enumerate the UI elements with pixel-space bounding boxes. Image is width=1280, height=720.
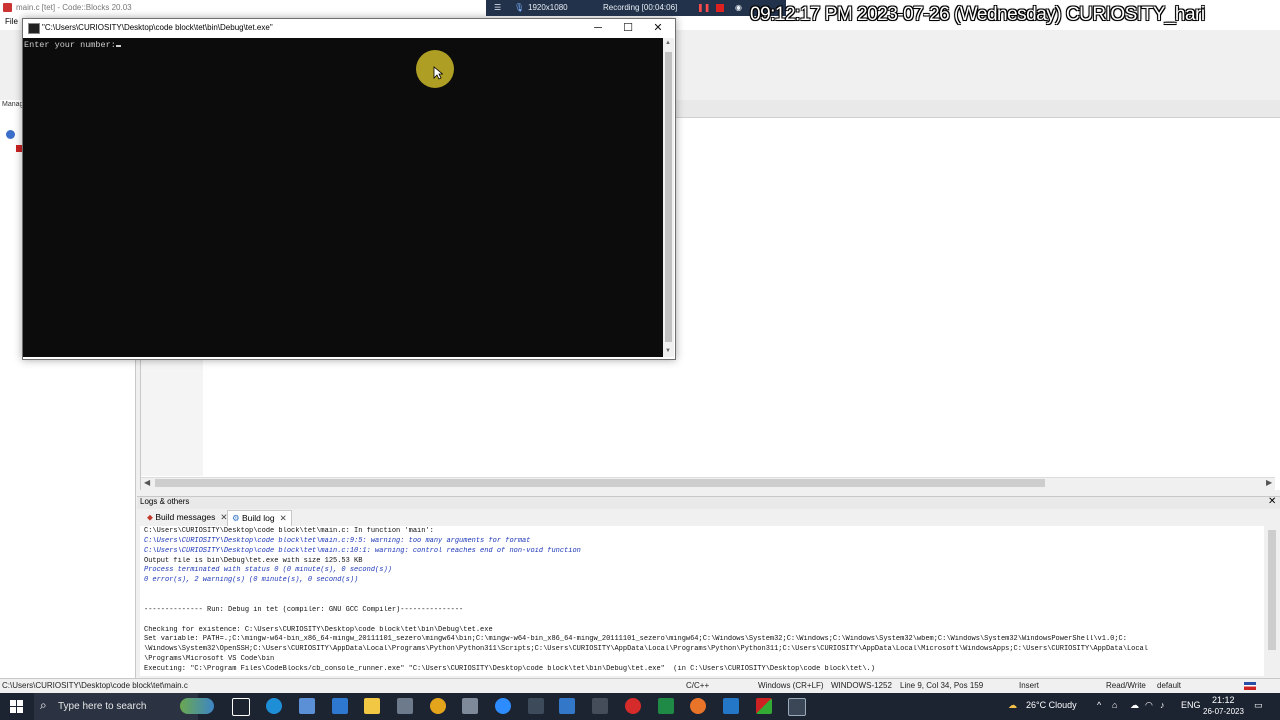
mouse-pointer-icon	[433, 66, 443, 80]
task-view-icon[interactable]	[232, 698, 250, 716]
logs-tabbar	[140, 509, 1280, 527]
notification-icon[interactable]: ▭	[1254, 700, 1263, 711]
log-line: Executing: "C:\Program Files\CodeBlocks/…	[144, 664, 875, 673]
zoom-icon[interactable]	[495, 698, 511, 714]
mail-icon[interactable]	[332, 698, 348, 714]
log-line: 0 error(s), 2 warning(s) (0 minute(s), 0…	[144, 576, 359, 585]
log-line: C:\Users\CURIOSITY\Desktop\code block\te…	[144, 546, 581, 555]
taskbar-date[interactable]: 26-07-2023	[1203, 707, 1244, 716]
store-icon[interactable]	[299, 698, 315, 714]
status-eol: Windows (CR+LF)	[758, 681, 824, 690]
codeblocks-taskbar-icon[interactable]	[756, 698, 772, 714]
vscode-icon[interactable]	[723, 698, 739, 714]
status-mode: Insert	[1019, 681, 1040, 690]
stop-icon[interactable]	[716, 4, 724, 12]
scroll-right-icon[interactable]: ▶	[1266, 478, 1272, 487]
pause-icon[interactable]: ❚❚	[697, 3, 710, 12]
console-prompt-text: Enter your number:	[24, 40, 116, 50]
scroll-up-icon[interactable]: ▲	[665, 40, 671, 46]
tray-overflow-icon[interactable]: ^	[1097, 700, 1101, 710]
codeblocks-icon	[3, 3, 12, 12]
tab-build-messages-label: Build messages	[155, 512, 216, 522]
ide-icon[interactable]	[559, 698, 575, 714]
printer-icon[interactable]	[462, 698, 478, 714]
status-access: Read/Write	[1106, 681, 1146, 690]
recorder-status: Recording [00:04:06]	[603, 3, 678, 12]
close-tab-icon[interactable]: ✕	[280, 513, 287, 523]
recorder-icon[interactable]	[625, 698, 641, 714]
workspace-icon[interactable]	[6, 130, 15, 139]
snipping-tool-icon[interactable]	[397, 698, 413, 714]
flag-icon	[1244, 682, 1256, 690]
search-icon: ⌕	[40, 698, 47, 712]
console-output[interactable]	[23, 38, 663, 357]
build-messages-icon: ⬥	[147, 512, 153, 522]
tab-build-log[interactable]: ⚙ Build log ✕	[227, 510, 292, 526]
network-icon[interactable]: ⌂	[1112, 700, 1117, 710]
gear-icon: ⚙	[232, 513, 240, 523]
logs-panel-header	[137, 496, 1280, 509]
console-taskbar-icon[interactable]	[788, 698, 806, 716]
recorder-menu-icon[interactable]: ☰	[494, 3, 501, 12]
log-line: Set variable: PATH=.;C:\mingw-w64-bin_x8…	[144, 635, 1127, 644]
weather-text[interactable]: 26°C Cloudy	[1026, 700, 1077, 710]
camera-icon[interactable]: ◉	[735, 3, 742, 12]
tools-icon[interactable]	[592, 698, 608, 714]
chrome-icon[interactable]	[430, 698, 446, 714]
windows-start-icon[interactable]	[0, 693, 34, 720]
status-profile: default	[1157, 681, 1182, 690]
recorder-resolution: 1920x1080	[528, 3, 568, 12]
wifi-icon[interactable]: ◠	[1145, 700, 1153, 711]
status-encoding: WINDOWS-1252	[831, 681, 892, 690]
terminal-icon[interactable]	[528, 698, 544, 714]
cloud-icon[interactable]: ☁	[1130, 700, 1139, 711]
tab-build-log-label: Build log	[242, 513, 275, 523]
microphone-icon[interactable]: 🎙	[514, 3, 524, 12]
log-line: \Programs\Microsoft VS Code\bin	[144, 655, 275, 664]
status-file-path: C:\Users\CURIOSITY\Desktop\code block\te…	[2, 681, 188, 690]
news-widget-icon[interactable]	[180, 698, 214, 714]
scroll-left-icon[interactable]: ◀	[144, 478, 150, 487]
console-window-title: "C:\Users\CURIOSITY\Desktop\code block\t…	[42, 23, 273, 32]
status-language: C/C++	[686, 681, 710, 690]
maximize-button[interactable]: ☐	[613, 20, 643, 36]
text-cursor	[115, 45, 121, 47]
scroll-down-icon[interactable]: ▼	[665, 348, 671, 354]
log-line: Process terminated with status 0 (0 minu…	[144, 566, 392, 575]
ide-statusbar	[0, 678, 1280, 694]
logs-panel-title: Logs & others	[140, 497, 190, 506]
management-panel-label: Manag	[2, 101, 24, 108]
editor-scroll-thumb[interactable]	[155, 479, 1045, 487]
volume-icon[interactable]: ♪	[1160, 700, 1165, 710]
firefox-icon[interactable]	[690, 698, 706, 714]
tab-build-messages[interactable]: ⬥ Build messages ✕	[143, 510, 232, 525]
logs-close-icon[interactable]: ✕	[1268, 496, 1276, 507]
excel-icon[interactable]	[658, 698, 674, 714]
log-line: C:\Users\CURIOSITY\Desktop\code block\te…	[144, 536, 531, 545]
edge-icon[interactable]	[266, 698, 282, 714]
log-line: Output file is bin\Debug\tet.exe with si…	[144, 556, 363, 565]
file-explorer-icon[interactable]	[364, 698, 380, 714]
close-button[interactable]: ✕	[643, 20, 673, 36]
log-scroll-thumb[interactable]	[1268, 530, 1276, 650]
taskbar-search-placeholder: Type here to search	[58, 701, 147, 712]
log-line: -------------- Run: Debug in tet (compil…	[144, 605, 464, 614]
console-app-icon	[28, 23, 40, 34]
menu-file[interactable]: File	[5, 17, 18, 26]
taskbar-time[interactable]: 21:12	[1212, 695, 1235, 705]
minimize-button[interactable]: ─	[583, 20, 613, 36]
log-line: \Windows\System32\OpenSSH;C:\Users\CURIO…	[144, 645, 1148, 654]
timestamp-overlay: 09:12:17 PM 2023-07-26 (Wednesday) CURIO…	[750, 4, 1205, 25]
console-prompt: Enter your number:	[24, 40, 121, 50]
status-position: Line 9, Col 34, Pos 159	[900, 681, 984, 690]
log-line: C:\Users\CURIOSITY\Desktop\code block\te…	[144, 527, 434, 535]
ide-window-title: main.c [tet] - Code::Blocks 20.03	[16, 3, 132, 12]
log-line: Checking for existence: C:\Users\CURIOSI…	[144, 625, 493, 634]
console-scroll-thumb[interactable]	[665, 52, 672, 342]
input-language[interactable]: ENG	[1181, 700, 1201, 710]
weather-icon: ☁	[1008, 700, 1017, 710]
